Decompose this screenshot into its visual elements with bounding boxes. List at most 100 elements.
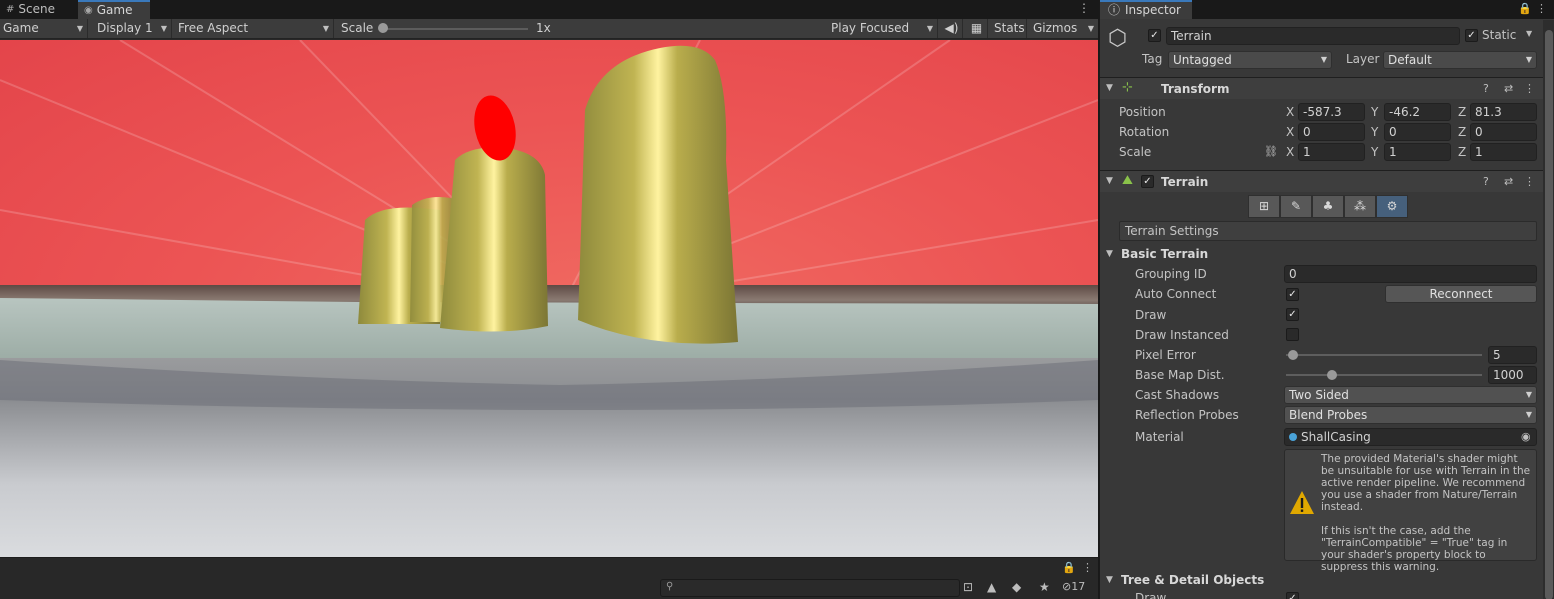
scene-visibility-icon[interactable]: ⊡ bbox=[963, 580, 973, 594]
gizmos-dropdown[interactable]: Gizmos ▼ bbox=[1030, 19, 1098, 38]
tab-scene[interactable]: # Scene bbox=[0, 0, 74, 19]
inspector-scrollbar[interactable] bbox=[1543, 20, 1554, 599]
constrain-proportions-icon[interactable]: ⛓ bbox=[1264, 145, 1278, 158]
lock-icon[interactable]: 🔒 bbox=[1062, 561, 1076, 574]
active-checkbox[interactable]: ✓ bbox=[1148, 29, 1161, 42]
stats-button[interactable]: Stats bbox=[991, 19, 1027, 38]
display-label: Display 1 bbox=[97, 21, 153, 35]
rotation-z-field[interactable]: 0 bbox=[1470, 123, 1537, 141]
caret-down-icon[interactable]: ▼ bbox=[1526, 29, 1532, 38]
reconnect-button[interactable]: Reconnect bbox=[1385, 285, 1537, 303]
material-object-field[interactable]: ShallCasing ◉ bbox=[1284, 428, 1537, 446]
preset-icon[interactable]: ⇄ bbox=[1504, 175, 1513, 188]
foldout-arrow-icon: ▼ bbox=[1106, 83, 1113, 93]
position-y-field[interactable]: -46.2 bbox=[1384, 103, 1451, 121]
play-mode-dropdown[interactable]: Play Focused ▼ bbox=[828, 19, 938, 38]
scale-z-axis: Z bbox=[1458, 145, 1467, 159]
kebab-menu-icon[interactable]: ⋮ bbox=[1078, 1, 1090, 15]
rotation-y-axis: Y bbox=[1371, 125, 1379, 139]
kebab-menu-icon[interactable]: ⋮ bbox=[1536, 2, 1547, 15]
shader-warning-helpbox: The provided Material's shader might be … bbox=[1284, 449, 1537, 573]
kebab-menu-icon[interactable]: ⋮ bbox=[1524, 175, 1535, 188]
scale-y-field[interactable]: 1 bbox=[1384, 143, 1451, 161]
draw-checkbox[interactable]: ✓ bbox=[1286, 308, 1299, 321]
basic-terrain-header[interactable]: Basic Terrain bbox=[1121, 247, 1208, 261]
create-neighbor-tool-button[interactable]: ⊞ bbox=[1248, 195, 1280, 218]
cast-shadows-dropdown[interactable]: Two Sided ▼ bbox=[1284, 386, 1537, 404]
favorite-star-icon[interactable]: ★ bbox=[1039, 580, 1050, 594]
position-z-field[interactable]: 81.3 bbox=[1470, 103, 1537, 121]
static-checkbox[interactable]: ✓ bbox=[1465, 29, 1478, 42]
terrain-component-header[interactable]: ▼ ⛰ ✓ Terrain ? ⇄ ⋮ bbox=[1100, 170, 1543, 192]
game-view-dropdown[interactable]: Game ▼ bbox=[0, 19, 88, 38]
transform-header[interactable]: ▼ ⊹ Transform ? ⇄ ⋮ bbox=[1100, 77, 1543, 99]
pixel-error-slider-track[interactable] bbox=[1286, 354, 1482, 356]
caret-down-icon: ▼ bbox=[1320, 55, 1327, 64]
foldout-arrow-icon[interactable]: ▼ bbox=[1106, 575, 1113, 585]
grouping-id-label: Grouping ID bbox=[1135, 267, 1207, 281]
help-icon[interactable]: ? bbox=[1483, 175, 1489, 188]
info-icon: ⓘ bbox=[1108, 3, 1121, 17]
draw-instanced-checkbox[interactable] bbox=[1286, 328, 1299, 341]
scale-control: Scale 1x bbox=[338, 19, 828, 38]
material-sphere-icon bbox=[1289, 433, 1297, 441]
rotation-y-field[interactable]: 0 bbox=[1384, 123, 1451, 141]
tag-label: Tag bbox=[1142, 52, 1163, 66]
grass-icon: ⁂ bbox=[1354, 199, 1366, 213]
paint-trees-tool-button[interactable]: ♣ bbox=[1312, 195, 1344, 218]
position-x-field[interactable]: -587.3 bbox=[1298, 103, 1365, 121]
search-input[interactable]: ⚲ bbox=[660, 579, 960, 597]
base-map-slider-track[interactable] bbox=[1286, 374, 1482, 376]
game-toolbar: Game ▼ Display 1 ▼ Free Aspect ▼ Scale 1… bbox=[0, 19, 1098, 39]
grouping-id-field[interactable]: 0 bbox=[1284, 265, 1537, 283]
rotation-x-field[interactable]: 0 bbox=[1298, 123, 1365, 141]
position-y-axis: Y bbox=[1371, 105, 1379, 119]
scale-x-field[interactable]: 1 bbox=[1298, 143, 1365, 161]
pixel-error-slider-knob[interactable] bbox=[1288, 350, 1298, 360]
base-map-slider-knob[interactable] bbox=[1327, 370, 1337, 380]
paint-details-tool-button[interactable]: ⁂ bbox=[1344, 195, 1376, 218]
preset-icon[interactable]: ⇄ bbox=[1504, 82, 1513, 95]
static-label: Static bbox=[1482, 28, 1517, 42]
terrain-settings-header: Terrain Settings bbox=[1119, 221, 1537, 241]
mute-audio-button[interactable]: ◀) bbox=[941, 19, 963, 38]
tree-draw-checkbox[interactable]: ✓ bbox=[1286, 592, 1299, 599]
lock-icon[interactable]: 🔒 bbox=[1518, 2, 1532, 15]
object-name-field[interactable]: Terrain bbox=[1166, 27, 1460, 45]
scale-slider-track[interactable] bbox=[382, 28, 528, 30]
layer-dropdown[interactable]: Default ▼ bbox=[1383, 51, 1537, 69]
foldout-arrow-icon[interactable]: ▼ bbox=[1106, 249, 1113, 259]
tree-detail-header[interactable]: Tree & Detail Objects bbox=[1121, 573, 1264, 587]
settings-gear-icon: ⚙ bbox=[1386, 199, 1398, 213]
hidden-count[interactable]: ⊘17 bbox=[1062, 580, 1085, 593]
caret-down-icon: ▼ bbox=[1525, 55, 1532, 64]
tag-icon[interactable]: ◆ bbox=[1012, 580, 1021, 594]
game-viewport[interactable] bbox=[0, 40, 1098, 557]
tag-dropdown[interactable]: Untagged ▼ bbox=[1168, 51, 1332, 69]
help-icon[interactable]: ? bbox=[1483, 82, 1489, 95]
scale-z-field[interactable]: 1 bbox=[1470, 143, 1537, 161]
auto-connect-label: Auto Connect bbox=[1135, 287, 1217, 301]
tab-inspector[interactable]: ⓘ Inspector bbox=[1100, 0, 1192, 19]
keyboard-icon: ▦ bbox=[970, 21, 983, 35]
terrain-settings-label: Terrain Settings bbox=[1125, 224, 1219, 238]
base-map-field[interactable]: 1000 bbox=[1488, 366, 1537, 384]
terrain-settings-tool-button[interactable]: ⚙ bbox=[1376, 195, 1408, 218]
reflection-probes-dropdown[interactable]: Blend Probes ▼ bbox=[1284, 406, 1537, 424]
kebab-menu-icon[interactable]: ⋮ bbox=[1524, 82, 1535, 95]
scrollbar-thumb[interactable] bbox=[1545, 30, 1553, 599]
vsync-button[interactable]: ▦ bbox=[966, 19, 988, 38]
aspect-dropdown[interactable]: Free Aspect ▼ bbox=[175, 19, 334, 38]
display-dropdown[interactable]: Display 1 ▼ bbox=[94, 19, 172, 38]
tab-game[interactable]: ◉ Game bbox=[78, 0, 150, 19]
object-picker-icon[interactable]: ◉ bbox=[1521, 429, 1531, 445]
pixel-error-field[interactable]: 5 bbox=[1488, 346, 1537, 364]
layers-icon[interactable]: ▲ bbox=[987, 580, 996, 594]
kebab-menu-icon[interactable]: ⋮ bbox=[1082, 561, 1093, 574]
reflection-probes-value: Blend Probes bbox=[1289, 408, 1368, 422]
scale-slider-knob[interactable] bbox=[378, 23, 388, 33]
caret-down-icon: ▼ bbox=[76, 24, 83, 33]
paint-terrain-tool-button[interactable]: ✎ bbox=[1280, 195, 1312, 218]
terrain-enabled-checkbox[interactable]: ✓ bbox=[1141, 175, 1154, 188]
auto-connect-checkbox[interactable]: ✓ bbox=[1286, 288, 1299, 301]
